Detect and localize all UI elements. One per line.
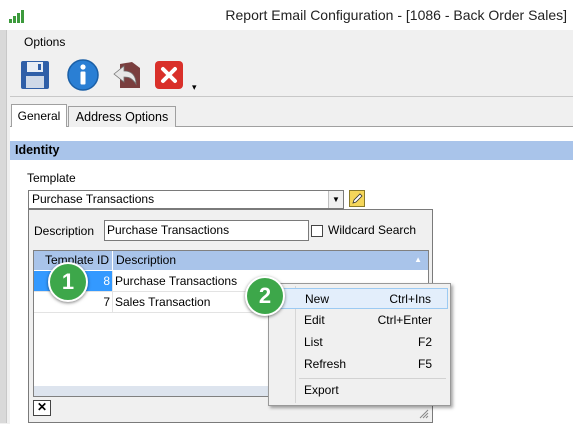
chevron-down-icon[interactable]: ▼ [328, 191, 343, 208]
cell-description: Sales Transaction [115, 295, 211, 309]
left-border [0, 30, 7, 423]
save-icon[interactable] [18, 58, 52, 92]
toolbar: ▾ [10, 54, 573, 97]
callout-badge-2: 2 [245, 276, 285, 316]
menu-item-label: Refresh [304, 357, 347, 371]
tab-address-options[interactable]: Address Options [68, 106, 176, 127]
identity-header-label: Identity [15, 143, 60, 157]
template-select[interactable]: Purchase Transactions ▼ [28, 190, 344, 209]
description-search-input[interactable]: Purchase Transactions [104, 220, 309, 241]
callout-badge-1: 1 [48, 262, 88, 302]
menu-item-shortcut: F5 [417, 357, 432, 371]
menu-separator [299, 378, 446, 379]
wildcard-search-label[interactable]: Wildcard Search [328, 223, 416, 237]
menu-item-new[interactable]: New Ctrl+Ins [271, 288, 448, 309]
info-icon[interactable] [66, 58, 100, 92]
menu-item-list[interactable]: List F2 [271, 332, 448, 353]
template-select-value: Purchase Transactions [32, 192, 155, 206]
tab-general[interactable]: General [11, 104, 67, 127]
menu-options[interactable]: Options [24, 35, 65, 49]
menu-item-refresh[interactable]: Refresh F5 [271, 354, 448, 375]
menu-item-label: Edit [304, 313, 325, 327]
undo-icon[interactable] [110, 58, 144, 92]
menu-item-export[interactable]: Export [271, 380, 448, 401]
window-title: Report Email Configuration - [1086 - Bac… [225, 7, 567, 23]
description-label: Description [34, 224, 95, 238]
menu-item-shortcut: Ctrl+Ins [389, 292, 431, 306]
identity-header: Identity [10, 141, 573, 160]
cell-description: Purchase Transactions [115, 274, 238, 288]
cell-template-id-value: 8 [103, 274, 110, 288]
menu-item-edit[interactable]: Edit Ctrl+Enter [271, 310, 448, 331]
toolbar-dropdown-arrow[interactable]: ▾ [192, 82, 197, 93]
context-menu: New Ctrl+Ins Edit Ctrl+Enter List F2 Ref… [268, 283, 451, 406]
cell-template-id-value: 7 [103, 295, 110, 309]
sort-ascending-icon: ▲ [414, 255, 422, 264]
menu-item-shortcut: F2 [417, 335, 432, 349]
menu-item-label: List [304, 335, 323, 349]
wildcard-search-checkbox[interactable] [311, 225, 323, 237]
menu-item-shortcut: Ctrl+Enter [377, 313, 432, 327]
template-label: Template [27, 171, 76, 185]
column-header-description[interactable]: Description [113, 251, 176, 270]
grid-header: Template ID Description ▲ [34, 251, 428, 271]
close-icon[interactable] [152, 58, 186, 92]
resize-grip-icon[interactable] [419, 409, 429, 419]
title-bar: Report Email Configuration - [1086 - Bac… [0, 0, 573, 30]
edit-template-icon[interactable] [349, 190, 365, 207]
menu-bar: Options [10, 30, 573, 54]
app-icon [9, 10, 24, 23]
menu-item-label: Export [304, 383, 339, 397]
close-popup-button[interactable]: ✕ [33, 400, 51, 416]
menu-item-label: New [305, 292, 330, 306]
description-search-value: Purchase Transactions [107, 223, 230, 237]
